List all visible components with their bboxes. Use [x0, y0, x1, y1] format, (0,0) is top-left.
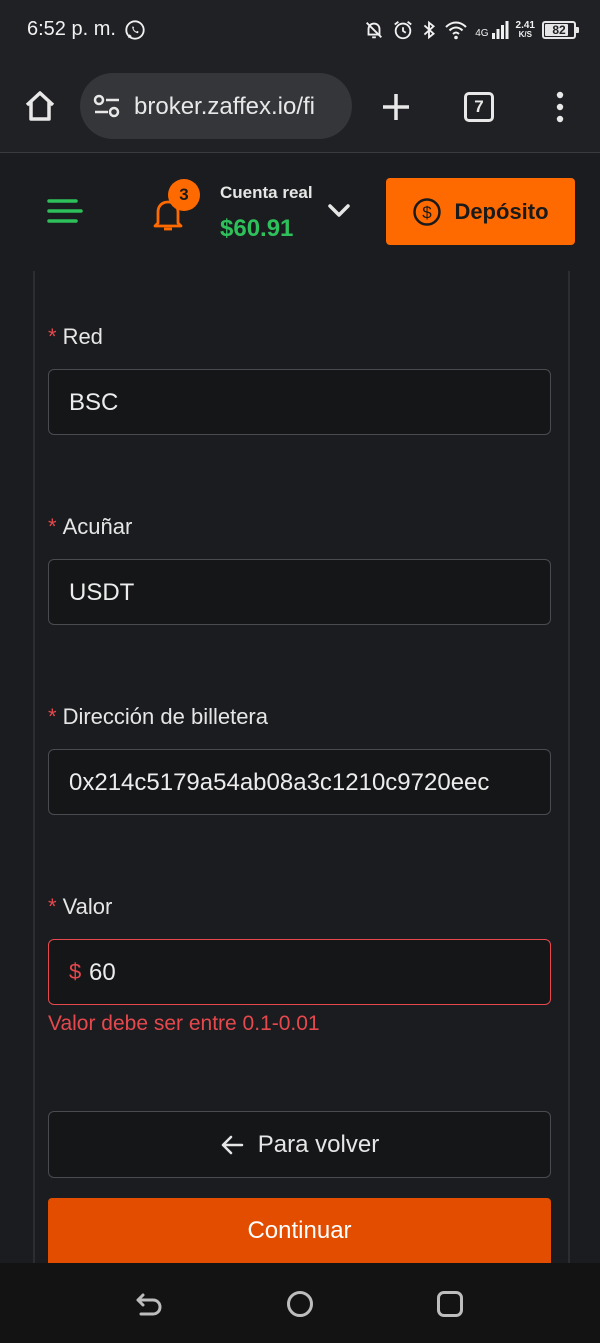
alarm-icon	[394, 21, 412, 40]
more-options-icon[interactable]	[548, 90, 572, 124]
app-header: 3 Cuenta real $60.91 $ Depósito	[0, 153, 600, 271]
wallet-address-field[interactable]: 0x214c5179a54ab08a3c1210c9720eec	[48, 749, 551, 815]
chevron-down-icon[interactable]	[326, 199, 352, 221]
continue-button[interactable]: Continuar	[48, 1198, 551, 1264]
site-settings-icon[interactable]	[92, 93, 122, 119]
status-time: 6:52 p. m.	[27, 18, 116, 40]
amount-label: * Valor	[48, 894, 112, 920]
amount-field[interactable]: $ 60	[48, 939, 551, 1005]
wallet-address-value: 0x214c5179a54ab08a3c1210c9720eec	[69, 769, 490, 796]
browser-toolbar: broker.zaffex.io/fi 7	[0, 60, 600, 153]
home-icon[interactable]	[22, 88, 58, 124]
coin-value: USDT	[69, 579, 135, 606]
arrow-left-icon	[221, 1135, 244, 1154]
amount-error-message: Valor debe ser entre 0.1-0.01	[48, 1012, 320, 1035]
required-mark: *	[48, 514, 57, 539]
svg-text:$: $	[423, 203, 433, 222]
account-type-label[interactable]: Cuenta real	[220, 183, 313, 203]
required-mark: *	[48, 894, 57, 919]
speed-unit: K/S	[518, 30, 532, 39]
network-label: * Red	[48, 324, 103, 350]
notification-count-badge: 3	[168, 179, 200, 211]
required-mark: *	[48, 324, 57, 349]
bluetooth-icon	[423, 20, 436, 40]
network-speed: 2.41 K/S	[515, 20, 535, 40]
speed-value: 2.41	[515, 20, 535, 31]
back-label: Para volver	[257, 1130, 380, 1158]
network-label-text: Red	[62, 324, 103, 349]
home-circle-icon[interactable]	[287, 1291, 313, 1317]
wallet-label: * Dirección de billetera	[48, 704, 268, 730]
deposit-label: Depósito	[454, 198, 549, 224]
wallet-label-text: Dirección de billetera	[62, 704, 268, 729]
back-icon[interactable]	[135, 1291, 163, 1317]
menu-icon[interactable]	[46, 195, 84, 227]
continue-label: Continuar	[247, 1217, 352, 1244]
amount-label-text: Valor	[62, 894, 113, 919]
account-balance[interactable]: $60.91	[220, 215, 293, 243]
network-select[interactable]: BSC	[48, 369, 551, 435]
bell-off-icon	[366, 22, 383, 39]
amount-value: 60	[89, 959, 116, 986]
address-bar[interactable]: broker.zaffex.io/fi	[80, 73, 352, 139]
url-text: broker.zaffex.io/fi	[134, 93, 315, 120]
deposit-button[interactable]: $ Depósito	[386, 178, 575, 245]
required-mark: *	[48, 704, 57, 729]
recent-apps-icon[interactable]	[437, 1291, 463, 1317]
new-tab-icon[interactable]	[380, 91, 412, 123]
signal-icon	[491, 21, 509, 39]
coin-select[interactable]: USDT	[48, 559, 551, 625]
status-bar: 6:52 p. m. 4G 2.41 K/S 82	[0, 0, 600, 60]
currency-prefix: $	[69, 959, 82, 984]
tab-switcher-button[interactable]: 7	[464, 92, 494, 122]
dollar-coin-icon: $	[413, 197, 442, 226]
network-type: 4G	[475, 28, 489, 39]
status-icons: 4G 2.41 K/S 82	[363, 17, 579, 43]
signal-indicator: 4G	[475, 21, 509, 39]
battery-level: 82	[552, 23, 566, 37]
battery-icon: 82	[542, 21, 579, 39]
whatsapp-icon	[125, 20, 145, 40]
back-button[interactable]: Para volver	[48, 1111, 551, 1178]
system-navigation-bar	[0, 1263, 600, 1343]
network-value: BSC	[69, 389, 119, 416]
wifi-icon	[445, 21, 467, 40]
coin-label: * Acuñar	[48, 514, 132, 540]
coin-label-text: Acuñar	[62, 514, 133, 539]
